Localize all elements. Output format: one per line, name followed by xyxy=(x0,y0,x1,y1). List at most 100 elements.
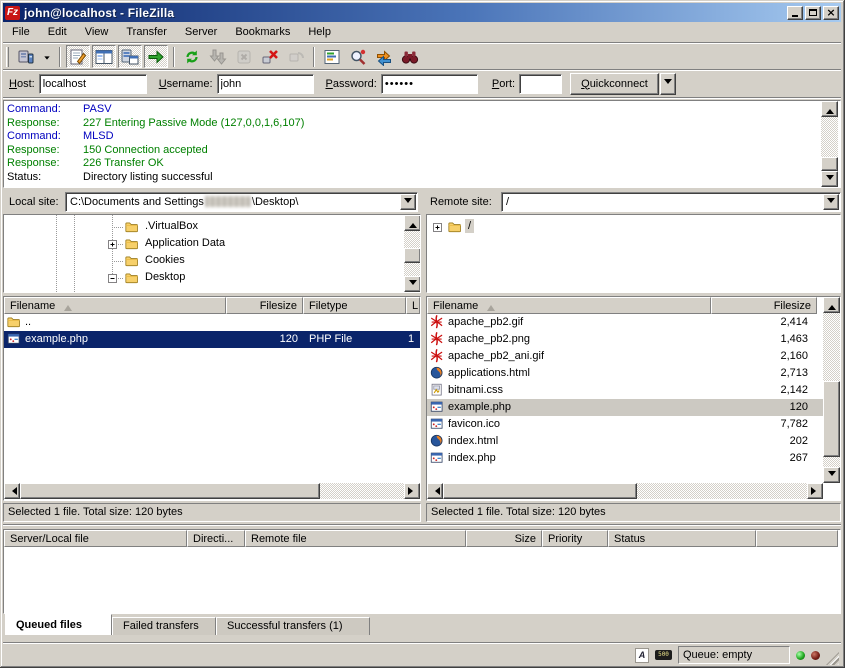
scrollbar-thumb[interactable] xyxy=(443,483,637,499)
scroll-down-button[interactable] xyxy=(404,276,421,292)
expand-icon[interactable] xyxy=(108,240,117,249)
find-files-button[interactable] xyxy=(398,45,422,68)
status-bar: A 500 Queue: empty xyxy=(3,645,841,665)
cancel-operation-button[interactable] xyxy=(232,45,256,68)
username-input[interactable] xyxy=(217,74,314,94)
tab-successful-transfers-1-[interactable]: Successful transfers (1) xyxy=(216,617,370,635)
local-path: C:\Documents and Settings\Desktop\ xyxy=(70,196,298,208)
tab-failed-transfers[interactable]: Failed transfers xyxy=(112,617,216,635)
collapse-icon[interactable] xyxy=(108,274,117,283)
scrollbar-thumb[interactable] xyxy=(823,381,840,457)
toggle-message-log-button[interactable] xyxy=(66,45,90,68)
toggle-local-tree-button[interactable] xyxy=(92,45,116,68)
menu-file[interactable]: File xyxy=(3,24,39,41)
resize-grip[interactable] xyxy=(826,652,839,665)
filezilla-app-icon[interactable]: Fz xyxy=(5,6,20,20)
menu-bookmarks[interactable]: Bookmarks xyxy=(226,24,299,41)
file-row-apache-pb2-ani-gif[interactable]: apache_pb2_ani.gif2,160 xyxy=(427,348,823,365)
queue-column-priority[interactable]: Priority xyxy=(542,530,608,547)
column-header-filesize[interactable]: Filesize xyxy=(711,297,817,314)
toolbar-separator xyxy=(59,47,61,67)
queue-status: Queue: empty xyxy=(678,646,790,664)
quickconnect-button[interactable]: Quickconnect xyxy=(570,73,659,95)
queue-column-status[interactable]: Status xyxy=(608,530,756,547)
remote-site-dropdown-button[interactable] xyxy=(823,194,839,210)
file-row-example-php[interactable]: example.php120PHP File1 xyxy=(4,331,420,348)
menu-edit[interactable]: Edit xyxy=(39,24,76,41)
file-row-apache-pb2-png[interactable]: apache_pb2.png1,463 xyxy=(427,331,823,348)
synchronized-browsing-button[interactable] xyxy=(372,45,396,68)
toggle-transfer-queue-button[interactable] xyxy=(144,45,168,68)
tree-item-application-data[interactable]: Application Data xyxy=(4,236,420,253)
scroll-left-button[interactable] xyxy=(427,483,443,499)
refresh-button[interactable] xyxy=(180,45,204,68)
queue-column-directi-[interactable]: Directi... xyxy=(187,530,245,547)
transfer-type-icon[interactable]: A xyxy=(635,648,649,663)
reconnect-button[interactable] xyxy=(284,45,308,68)
scroll-down-button[interactable] xyxy=(823,467,840,483)
port-input[interactable] xyxy=(519,74,562,94)
scroll-up-button[interactable] xyxy=(823,297,840,313)
file-row-index-php[interactable]: index.php267 xyxy=(427,450,823,467)
scroll-up-button[interactable] xyxy=(404,215,421,231)
scrollbar-thumb[interactable] xyxy=(404,248,421,263)
file-row-example-php[interactable]: example.php120 xyxy=(427,399,823,416)
menu-view[interactable]: View xyxy=(76,24,118,41)
scroll-right-button[interactable] xyxy=(404,483,420,499)
column-header-filetype[interactable]: Filetype xyxy=(303,297,406,314)
process-queue-button[interactable] xyxy=(206,45,230,68)
scroll-up-button[interactable] xyxy=(821,101,838,117)
scroll-left-button[interactable] xyxy=(4,483,20,499)
tree-item-root[interactable]: / xyxy=(427,219,840,236)
local-tree-icon xyxy=(95,48,113,66)
password-input[interactable] xyxy=(381,74,478,94)
directory-comparison-button[interactable] xyxy=(346,45,370,68)
scrollbar-thumb[interactable] xyxy=(821,157,838,171)
column-header-filename[interactable]: Filename xyxy=(427,297,711,314)
quickconnect-dropdown-button[interactable] xyxy=(660,73,676,95)
maximize-button[interactable] xyxy=(805,6,821,20)
log-line: Command:PASV xyxy=(4,103,822,117)
scroll-down-button[interactable] xyxy=(821,171,838,187)
file-row-index-html[interactable]: index.html202 xyxy=(427,433,823,450)
queue-column-remote-file[interactable]: Remote file xyxy=(245,530,466,547)
filter-button[interactable] xyxy=(320,45,344,68)
local-site-combo[interactable]: C:\Documents and Settings\Desktop\ xyxy=(65,192,418,212)
column-header-filesize[interactable]: Filesize xyxy=(226,297,303,314)
disconnect-button[interactable] xyxy=(258,45,282,68)
scrollbar-thumb[interactable] xyxy=(20,483,320,499)
column-header-l[interactable]: L xyxy=(406,297,420,314)
site-manager-button[interactable] xyxy=(14,45,38,68)
toolbar-grip[interactable] xyxy=(6,47,9,67)
menu-transfer[interactable]: Transfer xyxy=(117,24,176,41)
title-bar[interactable]: Fz john@localhost - FileZilla × xyxy=(3,3,841,22)
file-row-bitnami-css[interactable]: bitnami.css2,142 xyxy=(427,382,823,399)
toggle-remote-tree-button[interactable] xyxy=(118,45,142,68)
close-button[interactable]: × xyxy=(823,6,839,20)
menu-server[interactable]: Server xyxy=(176,24,226,41)
file-row--[interactable]: .. xyxy=(4,314,420,331)
tree-item--virtualbox[interactable]: .VirtualBox xyxy=(4,219,420,236)
remote-site-combo[interactable]: / xyxy=(501,192,841,212)
host-input[interactable] xyxy=(39,74,147,94)
file-row-applications-html[interactable]: applications.html2,713 xyxy=(427,365,823,382)
queue-column-server-local-file[interactable]: Server/Local file xyxy=(4,530,187,547)
tree-item-cookies[interactable]: Cookies xyxy=(4,253,420,270)
menu-help[interactable]: Help xyxy=(299,24,340,41)
column-header-filename[interactable]: Filename xyxy=(4,297,226,314)
file-row-apache-pb2-gif[interactable]: apache_pb2.gif2,414 xyxy=(427,314,823,331)
queue-column-spacer[interactable] xyxy=(756,530,838,547)
tree-item-desktop[interactable]: Desktop xyxy=(4,270,420,287)
minimize-button[interactable] xyxy=(787,6,803,20)
ico-file-icon xyxy=(430,417,445,432)
file-row-favicon-ico[interactable]: favicon.ico7,782 xyxy=(427,416,823,433)
site-manager-dropdown-button[interactable] xyxy=(40,45,54,68)
speed-limit-icon[interactable]: 500 xyxy=(655,650,672,660)
queue-column-size[interactable]: Size xyxy=(466,530,542,547)
process-queue-icon xyxy=(209,48,227,66)
scroll-right-button[interactable] xyxy=(807,483,823,499)
expand-icon[interactable] xyxy=(433,223,442,232)
arrow-down-icon xyxy=(826,175,834,184)
tab-queued-files[interactable]: Queued files xyxy=(5,614,112,635)
local-site-dropdown-button[interactable] xyxy=(400,194,416,210)
